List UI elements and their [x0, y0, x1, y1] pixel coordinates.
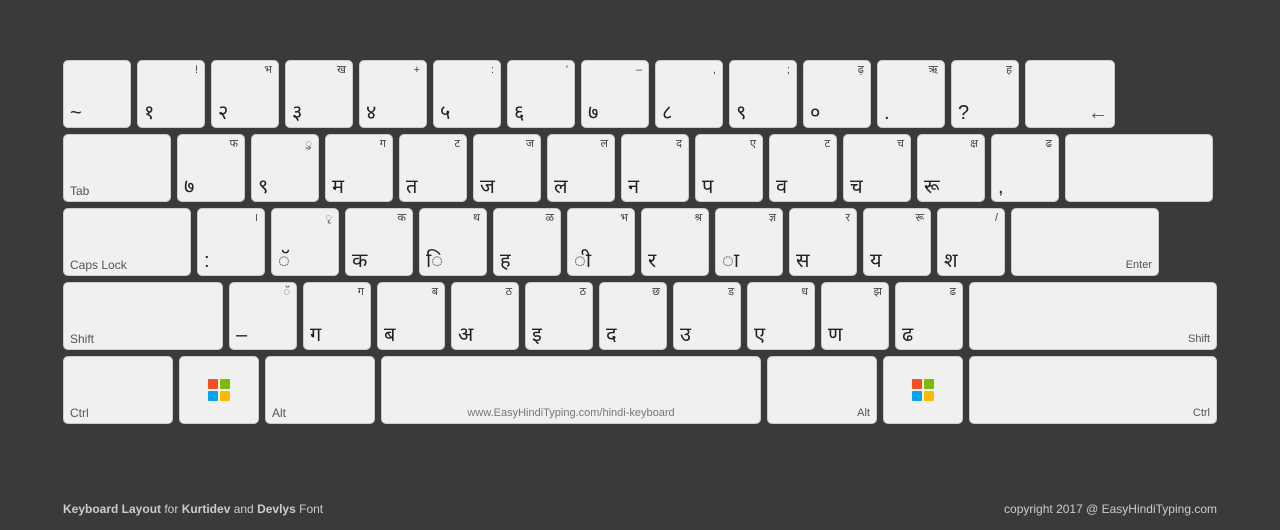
key-f[interactable]: थ ि: [419, 208, 487, 276]
key-tilde[interactable]: ~: [63, 60, 131, 128]
row-2: Tab फ ७ ु ९ ग म ट त ज ज ल ल द न: [63, 134, 1217, 202]
row-3: Caps Lock । : ृ ॅ क क थ ि ळ ह भ ी श्र र: [63, 208, 1217, 276]
key-q[interactable]: फ ७: [177, 134, 245, 202]
key-c[interactable]: ब ब: [377, 282, 445, 350]
ctrl-right-key[interactable]: Ctrl: [969, 356, 1217, 424]
key-semicolon[interactable]: रू य: [863, 208, 931, 276]
copyright-text: copyright 2017 @ EasyHindiTyping.com: [1004, 502, 1217, 516]
key-8[interactable]: , ८: [655, 60, 723, 128]
key-minus[interactable]: ऋ .: [877, 60, 945, 128]
space-key[interactable]: www.EasyHindiTyping.com/hindi-keyboard: [381, 356, 761, 424]
key-6[interactable]: ' ६: [507, 60, 575, 128]
key-7[interactable]: – ७: [581, 60, 649, 128]
key-9[interactable]: ; ९: [729, 60, 797, 128]
backspace-key[interactable]: ←: [1025, 60, 1115, 128]
footer-right: copyright 2017 @ EasyHindiTyping.com: [1004, 502, 1217, 516]
key-2[interactable]: भ २: [211, 60, 279, 128]
win-left-key[interactable]: [179, 356, 259, 424]
key-w[interactable]: ु ९: [251, 134, 319, 202]
key-0[interactable]: ढ़ ०: [803, 60, 871, 128]
row-1: ~ ! १ भ २ ख ३ + ४ : ५ ' ६ – ७: [63, 60, 1217, 128]
key-3[interactable]: ख ३: [285, 60, 353, 128]
key-period[interactable]: झ ण: [821, 282, 889, 350]
row-5: Ctrl Alt www.EasyHindiTyping.com/hindi-k…: [63, 356, 1217, 424]
key-1[interactable]: ! १: [137, 60, 205, 128]
key-d[interactable]: क क: [345, 208, 413, 276]
caps-lock-key[interactable]: Caps Lock: [63, 208, 191, 276]
alt-right-key[interactable]: Alt: [767, 356, 877, 424]
key-x[interactable]: ग ग: [303, 282, 371, 350]
key-comma[interactable]: ध ए: [747, 282, 815, 350]
key-r[interactable]: ट त: [399, 134, 467, 202]
footer-bold-text: Keyboard Layout: [63, 502, 161, 516]
key-b[interactable]: ठ इ: [525, 282, 593, 350]
windows-logo-icon: [208, 379, 230, 401]
key-equals[interactable]: ह ?: [951, 60, 1019, 128]
key-k[interactable]: ज्ञ ा: [715, 208, 783, 276]
key-n[interactable]: छ द: [599, 282, 667, 350]
key-h[interactable]: भ ी: [567, 208, 635, 276]
key-z[interactable]: ॅ –: [229, 282, 297, 350]
key-slash[interactable]: ढ ढ: [895, 282, 963, 350]
windows-logo-icon-right: [912, 379, 934, 401]
tab-key[interactable]: Tab: [63, 134, 171, 202]
key-bracket-open[interactable]: क्ष रू: [917, 134, 985, 202]
footer-devlys: Devlys: [257, 502, 296, 516]
footer-left: Keyboard Layout for Kurtidev and Devlys …: [63, 502, 323, 516]
key-i[interactable]: ए प: [695, 134, 763, 202]
key-y[interactable]: ल ल: [547, 134, 615, 202]
footer-kurtidev: Kurtidev: [182, 502, 231, 516]
key-o[interactable]: ट व: [769, 134, 837, 202]
key-quote[interactable]: / श: [937, 208, 1005, 276]
key-e[interactable]: ग म: [325, 134, 393, 202]
key-4[interactable]: + ४: [359, 60, 427, 128]
key-u[interactable]: द न: [621, 134, 689, 202]
key-5[interactable]: : ५: [433, 60, 501, 128]
key-t[interactable]: ज ज: [473, 134, 541, 202]
key-s[interactable]: ृ ॅ: [271, 208, 339, 276]
key-j[interactable]: श्र र: [641, 208, 709, 276]
enter-key[interactable]: Enter: [1011, 208, 1159, 276]
key-enter-top[interactable]: [1065, 134, 1213, 202]
key-l[interactable]: र स: [789, 208, 857, 276]
key-p[interactable]: च च: [843, 134, 911, 202]
key-m[interactable]: ड उ: [673, 282, 741, 350]
alt-left-key[interactable]: Alt: [265, 356, 375, 424]
keyboard: ~ ! १ भ २ ख ३ + ४ : ५ ' ६ – ७: [63, 60, 1217, 430]
shift-left-key[interactable]: Shift: [63, 282, 223, 350]
row-4: Shift ॅ – ग ग ब ब ठ अ ठ इ छ द ड उ: [63, 282, 1217, 350]
key-a[interactable]: । :: [197, 208, 265, 276]
ctrl-left-key[interactable]: Ctrl: [63, 356, 173, 424]
win-right-key[interactable]: [883, 356, 963, 424]
key-v[interactable]: ठ अ: [451, 282, 519, 350]
shift-right-key[interactable]: Shift: [969, 282, 1217, 350]
key-bracket-close[interactable]: ढ ,: [991, 134, 1059, 202]
key-g[interactable]: ळ ह: [493, 208, 561, 276]
